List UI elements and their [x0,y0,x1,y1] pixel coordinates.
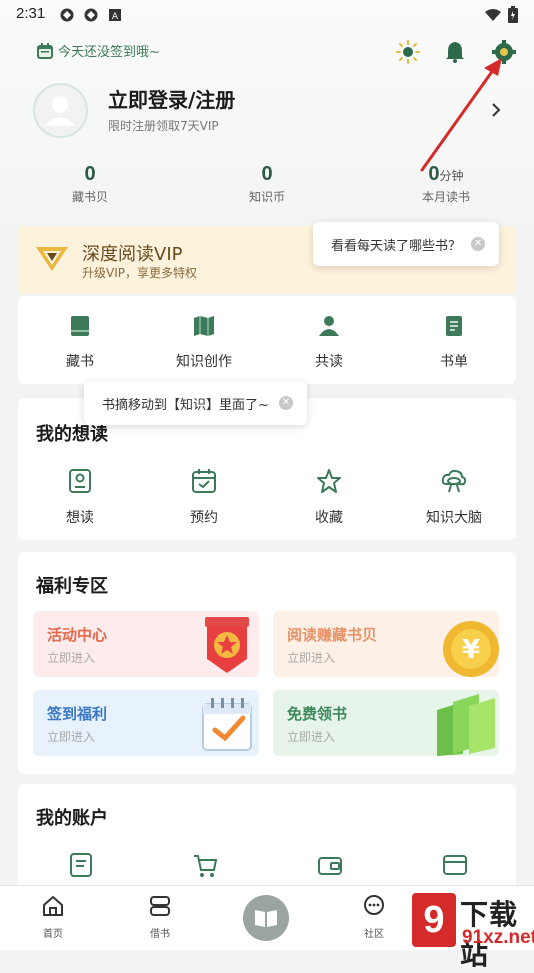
wish-item-want-read[interactable]: 想读 [30,468,130,527]
chevron-right-icon[interactable] [490,102,502,118]
welfare-card-title: 活动中心 [47,626,108,644]
welfare-activity-center[interactable]: 活动中心 立即进入 [33,611,259,677]
welfare-title: 福利专区 [36,576,108,597]
person-icon [319,316,339,336]
welfare-signin-benefit[interactable]: 签到福利 立即进入 [33,690,259,756]
wish-item-label: 想读 [66,510,94,526]
list-doc-icon [446,316,462,336]
stat-value: 0 [261,163,273,185]
welfare-card-sub: 立即进入 [47,730,96,744]
quick-item-collection[interactable]: 藏书 [30,314,130,371]
quick-item-booklist[interactable]: 书单 [404,314,504,371]
tooltip-text: 书摘移动到【知识】里面了~ [102,397,269,413]
quick-item-label: 藏书 [66,354,94,370]
svg-text:¥: ¥ [462,635,480,665]
wish-item-reserve[interactable]: 预约 [154,468,254,527]
watermark-url: 91xz.net [462,927,534,948]
account-title: 我的账户 [36,808,108,829]
wish-item-favorites[interactable]: 收藏 [279,468,379,527]
tooltip-notes: 书摘移动到【知识】里面了~ ✕ [84,381,307,425]
nav-borrow[interactable]: 借书 [130,894,190,940]
brain-cloud-icon [441,469,467,493]
vip-diamond-icon [36,247,68,271]
welfare-card-sub: 立即进入 [47,651,96,665]
wish-item-knowledge-brain[interactable]: 知识大脑 [404,468,504,527]
wallet-icon[interactable] [317,852,343,878]
vip-title: 深度阅读VIP [82,244,183,265]
login-register-title[interactable]: 立即登录/注册 [108,84,235,113]
wish-item-label: 知识大脑 [426,510,482,526]
site-watermark: 9 下载站 91xz.net [412,893,534,971]
app-notification-icon [60,8,74,22]
stat-monthly-reading[interactable]: 0分钟 本月读书 [406,163,486,205]
quick-entries-card: 藏书 知识创作 共读 书单 [18,296,516,384]
welfare-free-books[interactable]: 免费领书 立即进入 [273,690,499,756]
signin-reminder[interactable]: 今天还没签到哦~ [36,41,160,60]
document-icon[interactable] [68,852,94,878]
status-bar: 2:31 A [0,0,534,28]
welfare-card-title: 阅读赚藏书贝 [287,626,378,644]
nav-label: 首页 [43,929,63,940]
welfare-card-title: 免费领书 [287,705,348,723]
welfare-read-earn[interactable]: 阅读赚藏书贝 立即进入 ¥ [273,611,499,677]
stat-value: 0 [84,163,96,185]
stat-collection-points[interactable]: 0 藏书贝 [55,163,125,205]
portrait-card-icon [69,469,91,493]
status-time: 2:31 [16,5,46,22]
welfare-card-sub: 立即进入 [287,651,336,665]
quick-item-co-reading[interactable]: 共读 [279,314,379,371]
nav-reading-center[interactable] [243,895,289,941]
cart-icon[interactable] [192,852,218,878]
login-subtitle: 限时注册领取7天VIP [108,119,219,133]
stat-label: 藏书贝 [71,190,108,204]
nav-community[interactable]: 社区 [344,894,404,940]
quick-item-label: 共读 [315,354,343,370]
calendar-check-illustration [202,698,252,751]
nav-label: 社区 [364,929,384,940]
stack-icon [150,896,170,916]
welfare-card-title: 签到福利 [47,705,108,723]
svg-text:A: A [112,12,119,22]
quick-item-label: 书单 [440,354,468,370]
wifi-icon [485,9,501,21]
stat-knowledge-coins[interactable]: 0 知识币 [232,163,302,205]
book-icon [71,316,89,336]
nav-label: 借书 [150,929,170,940]
nav-home[interactable]: 首页 [23,894,83,940]
signin-text: 今天还没签到哦~ [58,45,160,60]
wish-item-label: 预约 [190,510,218,526]
map-book-icon [194,316,214,336]
tooltip-text: 看看每天读了哪些书？ [331,238,462,254]
close-icon[interactable]: ✕ [278,396,293,410]
close-icon[interactable]: ✕ [471,237,486,251]
account-card: 我的账户 [18,784,516,894]
medal-star-icon [205,617,249,673]
vip-subtitle: 升级VIP，享更多特权 [82,266,197,280]
tooltip-reading: 看看每天读了哪些书？ ✕ [313,222,500,266]
stat-label: 本月读书 [421,190,470,204]
quick-item-label: 知识创作 [176,354,232,370]
stat-label: 知识币 [248,190,285,204]
wish-item-label: 收藏 [315,510,343,526]
star-icon [317,469,341,493]
user-silhouette-icon [44,96,76,126]
stat-unit: 分钟 [439,169,464,183]
green-books-icon [437,694,495,756]
avatar[interactable] [33,83,88,138]
card-box-icon[interactable] [442,852,468,878]
stat-value: 0 [428,163,440,185]
calendar-icon [37,42,53,59]
welfare-card-sub: 立即进入 [287,730,336,744]
chat-icon [364,895,384,915]
open-book-icon [255,910,277,927]
quick-item-knowledge-create[interactable]: 知识创作 [154,314,254,371]
welfare-card: 福利专区 活动中心 立即进入 阅读赚藏书贝 立即进入 ¥ 签到福利 立即进入 免… [18,552,516,774]
watermark-logo: 9 [412,893,456,947]
gold-coin-icon: ¥ [443,621,499,677]
home-icon [43,896,63,916]
app-notification-icon: A [109,9,121,22]
calendar-check-icon [192,469,216,493]
battery-icon [508,6,518,23]
app-notification-icon [84,8,98,22]
